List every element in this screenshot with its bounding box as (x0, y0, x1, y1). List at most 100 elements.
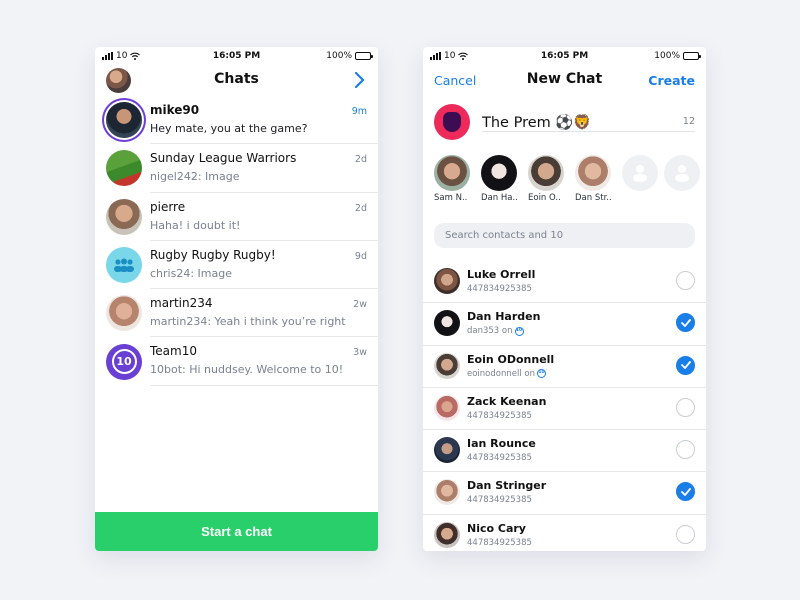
avatar (106, 295, 142, 332)
contact-detail: 447834925385 (467, 284, 532, 294)
group-name-count: 12 (682, 116, 695, 127)
contact-detail: 447834925385 (467, 495, 532, 506)
avatar (106, 102, 142, 139)
contact-detail: 447834925385 (467, 453, 532, 464)
contact-detail: 447834925385 (467, 410, 532, 421)
chat-row[interactable]: martin234 martin234: Yeah i think you’re… (95, 289, 378, 338)
chevron-right-icon[interactable] (351, 71, 367, 89)
contact-row[interactable]: Eoin ODonnell eoinodonnell on 10 (423, 346, 706, 388)
contact-row[interactable]: Dan Harden dan353 on 10 (423, 303, 706, 346)
start-chat-button[interactable]: Start a chat (95, 512, 378, 551)
select-checkbox[interactable] (676, 524, 695, 544)
chat-preview: nigel242: Image (150, 170, 240, 184)
create-button[interactable]: Create (648, 73, 695, 88)
selected-contact-label: Eoin O.. (528, 193, 561, 203)
avatar (528, 155, 564, 191)
avatar (106, 198, 142, 235)
contact-name: Dan Harden (467, 310, 541, 324)
chat-name: Rugby Rugby Rugby! (150, 247, 276, 262)
battery-percent: 100% (326, 51, 352, 61)
group-name-row: The Prem ⚽🦁 12 (423, 96, 706, 146)
contact-row[interactable]: Ian Rounce 447834925385 (423, 430, 706, 473)
chat-name: Team10 (150, 344, 197, 359)
chat-row[interactable]: mike90 Hey mate, you at the game? 9m (95, 96, 378, 145)
status-bar: 10 16:05 PM 100% (95, 47, 378, 65)
chat-row[interactable]: Rugby Rugby Rugby! chris24: Image 9d (95, 241, 378, 290)
contact-row[interactable]: Luke Orrell 447834925385 (423, 261, 706, 304)
selected-contact-label: Dan Ha.. (481, 193, 518, 203)
chat-name: mike90 (150, 103, 200, 117)
contact-detail: eoinodonnell on (467, 368, 535, 379)
user-placeholder-icon (622, 155, 658, 191)
chat-time: 9m (351, 106, 367, 117)
empty-slot (664, 146, 706, 210)
chat-preview: Haha! i doubt it! (150, 218, 241, 232)
selected-contact[interactable]: Sam N.. (434, 146, 481, 210)
search-input[interactable] (434, 223, 695, 248)
select-checkbox[interactable] (676, 397, 695, 417)
chat-row[interactable]: pierre Haha! i doubt it! 2d (95, 193, 378, 241)
chat-name: Sunday League Warriors (150, 151, 297, 166)
group-name-field[interactable]: The Prem ⚽🦁 12 (482, 112, 695, 132)
select-checkbox[interactable] (676, 482, 695, 502)
avatar (434, 437, 460, 464)
contact-detail: dan353 on (467, 326, 513, 337)
chat-preview: 10bot: Hi nuddsey. Welcome to 10! (150, 363, 344, 377)
group-avatar[interactable] (434, 104, 470, 140)
avatar (434, 479, 460, 506)
checkmark-icon (680, 488, 691, 496)
premier-league-lion-icon (443, 112, 461, 132)
chat-time: 2w (353, 299, 367, 311)
battery-percent: 100% (654, 51, 680, 61)
select-checkbox[interactable] (676, 440, 695, 460)
selected-contact[interactable]: Dan Str.. (575, 146, 622, 210)
page-title: Chats (214, 71, 259, 87)
avatar (575, 155, 611, 191)
user-placeholder-icon (664, 155, 700, 191)
avatar (434, 310, 460, 337)
contact-name: Zack Keenan (467, 394, 547, 408)
chats-screen: 10 16:05 PM 100% Chats mike90 Hey mate, … (95, 47, 378, 551)
app-badge-icon: 10 (537, 369, 546, 379)
new-chat-screen: 10 16:05 PM 100% Cancel New Chat Create … (423, 47, 706, 551)
select-checkbox[interactable] (676, 355, 695, 375)
selected-contact-label: Sam N.. (434, 193, 468, 203)
empty-slot (622, 146, 664, 210)
selected-contact[interactable]: Dan Ha.. (481, 146, 528, 210)
chat-time: 2d (354, 202, 367, 214)
avatar (481, 155, 517, 191)
contact-row[interactable]: Nico Cary 447834925385 (423, 515, 706, 551)
team10-logo: 10 (111, 349, 137, 375)
avatar (434, 268, 460, 294)
contact-row[interactable]: Dan Stringer 447834925385 (423, 472, 706, 515)
contact-name: Eoin ODonnell (467, 352, 555, 366)
chat-row[interactable]: Sunday League Warriors nigel242: Image 2… (95, 144, 378, 193)
avatar (434, 521, 460, 548)
group-name-value: The Prem ⚽🦁 (482, 115, 592, 131)
chat-preview: martin234: Yeah i think you’re right (150, 315, 346, 329)
chat-time: 2d (354, 154, 367, 166)
selected-contact[interactable]: Eoin O.. (528, 146, 575, 210)
chat-row[interactable]: 10 Team10 10bot: Hi nuddsey. Welcome to … (95, 337, 378, 386)
contact-name: Nico Cary (467, 521, 526, 535)
group-icon (114, 258, 134, 273)
contact-row[interactable]: Zack Keenan 447834925385 (423, 388, 706, 431)
contact-detail: 447834925385 (467, 537, 532, 548)
avatar: 10 (106, 343, 142, 380)
avatar (434, 352, 460, 379)
avatar (434, 155, 470, 191)
chats-navbar: Chats (95, 65, 378, 96)
chat-time: 9d (354, 250, 367, 262)
selected-contacts-strip: Sam N.. Dan Ha.. Eoin O.. Dan Str.. (423, 146, 706, 210)
checkmark-icon (680, 361, 691, 369)
contact-name: Dan Stringer (467, 479, 547, 493)
battery-icon (355, 52, 373, 60)
select-checkbox[interactable] (676, 313, 695, 333)
avatar (106, 247, 142, 284)
chat-preview: Hey mate, you at the game? (150, 122, 308, 135)
chat-preview: chris24: Image (150, 266, 232, 280)
status-bar: 10 16:05 PM 100% (423, 47, 706, 65)
contact-name: Luke Orrell (467, 268, 536, 281)
select-checkbox[interactable] (676, 271, 695, 290)
chat-time: 3w (353, 347, 367, 359)
